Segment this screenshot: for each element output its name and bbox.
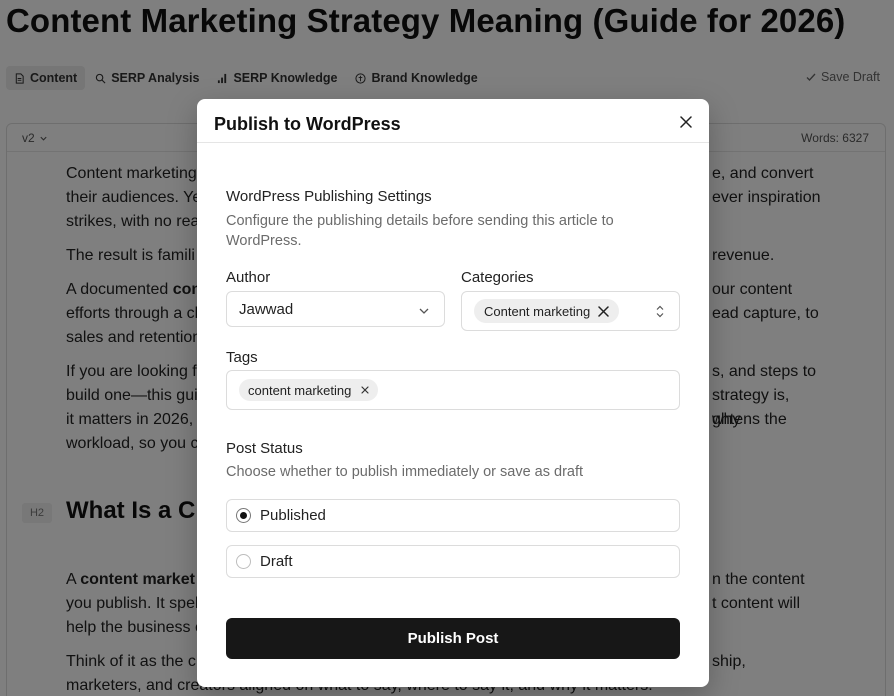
post-status-label: Post Status [226, 440, 303, 457]
author-label: Author [226, 269, 271, 286]
tags-input[interactable]: content marketing [226, 370, 680, 410]
chevron-down-icon [419, 308, 429, 314]
post-status-description: Choose whether to publish immediately or… [226, 464, 584, 480]
categories-label: Categories [461, 269, 534, 286]
radio-draft[interactable] [236, 554, 251, 569]
tag-chip: content marketing [239, 379, 379, 401]
category-chip-label: Content marketing [484, 303, 591, 319]
author-value: Jawwad [239, 301, 294, 318]
close-icon [680, 116, 692, 128]
dialog-header: Publish to WordPress [197, 99, 709, 143]
settings-description: Configure the publishing details before … [226, 213, 614, 249]
settings-title: WordPress Publishing Settings [226, 188, 432, 205]
close-button[interactable] [679, 115, 693, 129]
publish-dialog: Publish to WordPress WordPress Publishin… [197, 99, 709, 687]
author-select[interactable]: Jawwad [226, 291, 445, 327]
remove-category-icon[interactable] [598, 305, 609, 317]
categories-select[interactable]: Content marketing [461, 291, 680, 331]
radio-published[interactable] [236, 508, 251, 523]
status-option-label: Draft [260, 553, 293, 570]
tags-label: Tags [226, 349, 258, 366]
status-option-draft[interactable]: Draft [226, 545, 680, 578]
status-option-published[interactable]: Published [226, 499, 680, 532]
remove-tag-icon[interactable] [361, 386, 369, 394]
chevron-updown-icon [656, 305, 664, 318]
category-chip: Content marketing [474, 299, 620, 323]
publish-post-button[interactable]: Publish Post [226, 618, 680, 659]
status-option-label: Published [260, 507, 326, 524]
tag-chip-label: content marketing [248, 382, 352, 398]
dialog-title: Publish to WordPress [214, 114, 401, 134]
